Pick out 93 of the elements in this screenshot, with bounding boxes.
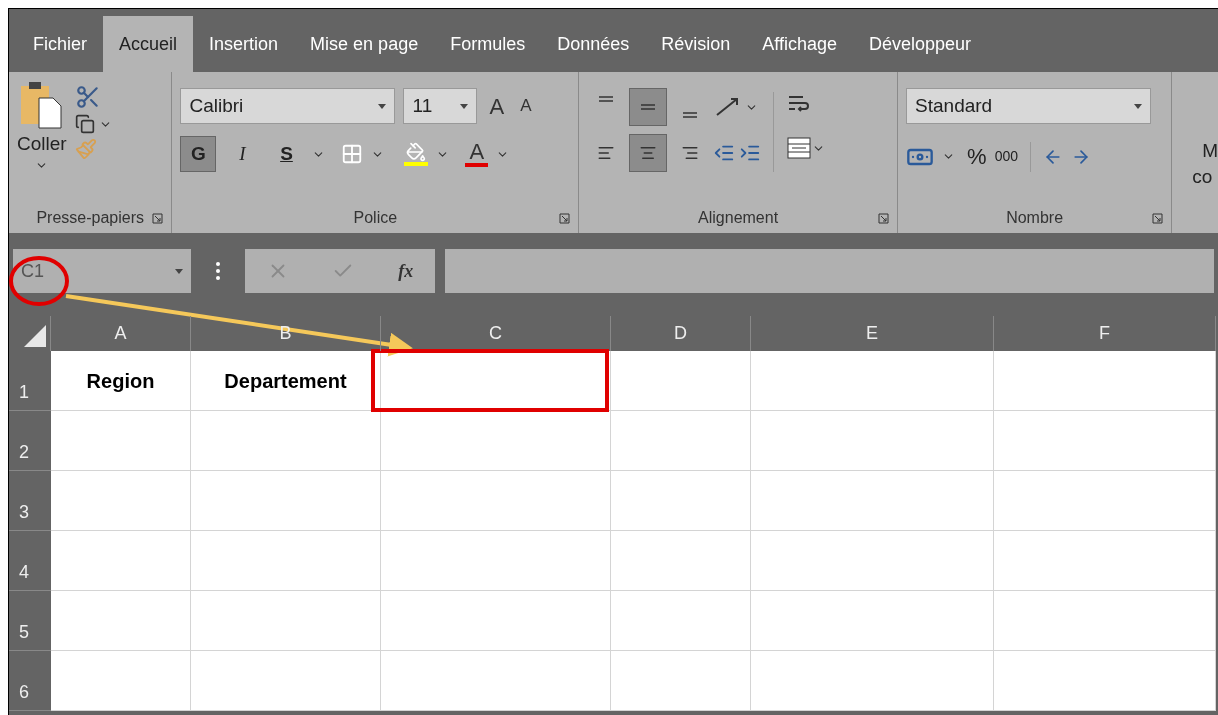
dialog-launcher-icon[interactable] <box>1152 213 1164 224</box>
ribbon-tab[interactable]: Fichier <box>17 16 103 72</box>
ribbon-tab[interactable]: Affichage <box>746 16 853 72</box>
ribbon-tab[interactable]: Révision <box>645 16 747 72</box>
table-cell[interactable] <box>751 531 994 591</box>
ribbon-tab[interactable]: Développeur <box>853 16 988 72</box>
font-style-button[interactable]: G <box>180 136 217 172</box>
ribbon-tab[interactable]: Formules <box>434 16 542 72</box>
table-cell[interactable] <box>51 651 191 711</box>
copy-icon[interactable] <box>74 114 95 134</box>
caret-icon <box>378 103 387 109</box>
group-label: Nombre <box>1006 208 1064 228</box>
align-lines-icon <box>640 104 657 110</box>
thousands-button[interactable]: 000 <box>994 146 1018 167</box>
table-cell[interactable] <box>994 411 1216 471</box>
grow-font-button[interactable]: A <box>485 89 509 123</box>
table-cell[interactable] <box>994 351 1216 411</box>
table-cell[interactable] <box>191 591 381 651</box>
table-cell[interactable] <box>381 471 611 531</box>
cell-text: Departement <box>224 368 347 394</box>
table-cell[interactable] <box>611 591 751 651</box>
cell-text: Region <box>86 368 155 394</box>
shrink-font-button[interactable]: A <box>516 93 536 119</box>
formula-input[interactable] <box>445 249 1214 293</box>
table-cell[interactable] <box>51 591 191 651</box>
table-cell[interactable] <box>191 651 381 711</box>
table-cell[interactable] <box>191 531 381 591</box>
ribbon-tab[interactable]: Accueil <box>103 16 194 72</box>
table-cell[interactable] <box>751 591 994 651</box>
font-style-button[interactable]: S <box>268 136 305 172</box>
ribbon-tab[interactable]: Mise en page <box>294 16 435 72</box>
clipboard-icon <box>18 80 65 130</box>
name-box[interactable]: C1 <box>13 249 191 293</box>
table-cell[interactable] <box>751 651 994 711</box>
table-cell[interactable] <box>191 471 381 531</box>
caret-icon <box>460 103 469 109</box>
vertical-align-button[interactable] <box>629 88 668 126</box>
grip-icon <box>215 261 221 281</box>
table-cell[interactable] <box>751 471 994 531</box>
table-cell[interactable] <box>751 411 994 471</box>
column-header[interactable]: C <box>381 316 611 351</box>
scissors-icon[interactable] <box>74 84 101 110</box>
button-label[interactable]: co <box>1192 164 1218 190</box>
table-cell[interactable] <box>611 411 751 471</box>
button-label[interactable]: M <box>1192 138 1218 164</box>
align-lines-icon <box>682 112 699 118</box>
table-cell[interactable] <box>994 591 1216 651</box>
group-label: Police <box>353 208 398 228</box>
table-cell[interactable] <box>994 651 1216 711</box>
dialog-launcher-icon[interactable] <box>878 213 890 224</box>
align-lines-icon <box>681 144 700 162</box>
table-cell[interactable] <box>381 411 611 471</box>
group-label: Alignement <box>698 208 779 228</box>
align-lines-icon <box>597 144 616 162</box>
fill-color-icon[interactable] <box>404 142 429 166</box>
font-color-button[interactable]: A <box>465 141 489 167</box>
table-cell[interactable] <box>381 651 611 711</box>
number-format-field[interactable]: Standard <box>906 88 1152 124</box>
table-cell[interactable] <box>191 411 381 471</box>
paste-button[interactable]: Coller <box>17 80 67 172</box>
table-cell[interactable] <box>751 351 994 411</box>
table-cell[interactable] <box>611 471 751 531</box>
triangle-icon <box>24 325 46 347</box>
table-cell[interactable] <box>994 531 1216 591</box>
dialog-launcher-icon[interactable] <box>559 213 571 224</box>
table-cell[interactable] <box>51 471 191 531</box>
table-cell[interactable]: Region <box>51 351 191 411</box>
borders-icon[interactable] <box>341 143 364 165</box>
table-cell[interactable] <box>381 591 611 651</box>
horizontal-align-button[interactable] <box>629 134 668 172</box>
table-cell[interactable] <box>994 471 1216 531</box>
ribbon-tab[interactable]: Insertion <box>193 16 295 72</box>
table-cell[interactable] <box>611 651 751 711</box>
table-cell[interactable] <box>51 411 191 471</box>
percent-button[interactable]: % <box>967 140 987 173</box>
align-lines-icon <box>598 96 615 102</box>
merge-cells-icon[interactable] <box>786 136 813 160</box>
font-name-field[interactable]: Calibri <box>180 88 396 124</box>
group-label: Presse-papiers <box>36 208 145 228</box>
table-cell[interactable]: Departement <box>191 351 381 411</box>
caret-icon <box>175 268 183 274</box>
insert-function-button[interactable]: fx <box>398 257 414 285</box>
font-style-button[interactable]: I <box>224 136 261 172</box>
table-cell[interactable] <box>51 531 191 591</box>
highlight-circle <box>9 256 69 306</box>
align-lines-icon <box>639 144 658 162</box>
table-cell[interactable] <box>611 351 751 411</box>
caret-icon <box>1134 103 1143 109</box>
ribbon-tab[interactable]: Données <box>541 16 646 72</box>
table-cell[interactable] <box>611 531 751 591</box>
font-size-field[interactable]: 11 <box>403 88 478 124</box>
dialog-launcher-icon[interactable] <box>152 213 164 224</box>
table-cell[interactable] <box>381 531 611 591</box>
